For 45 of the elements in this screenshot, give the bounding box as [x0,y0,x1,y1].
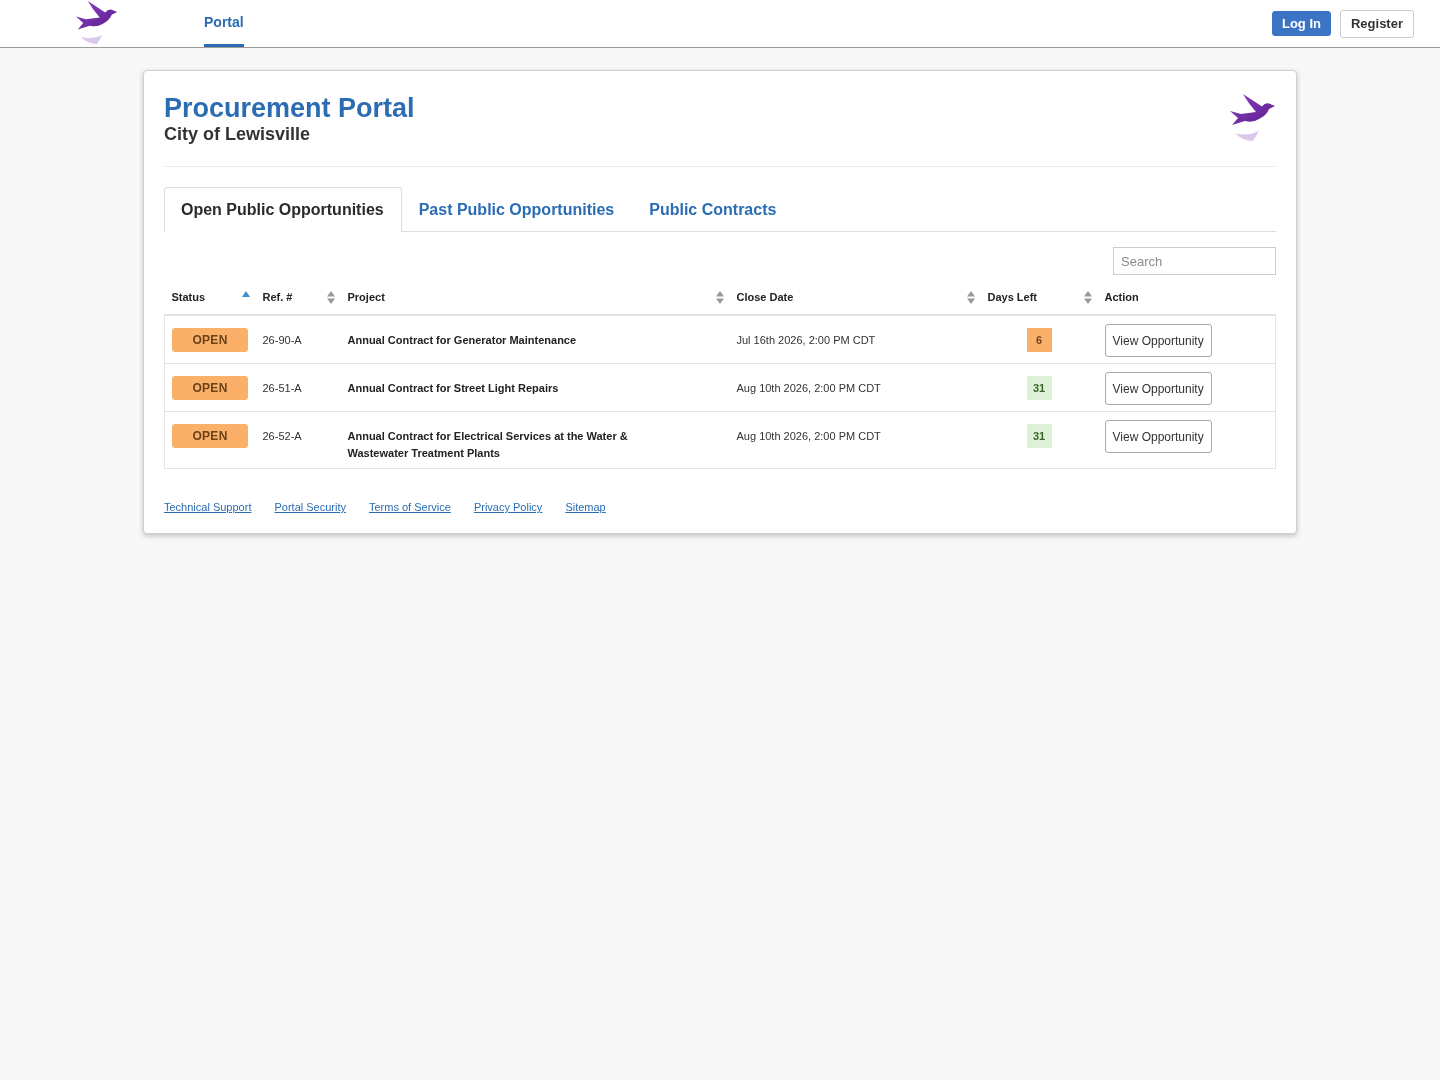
status-badge: OPEN [172,424,248,448]
login-button[interactable]: Log In [1271,11,1331,36]
column-header[interactable]: Project [347,291,385,303]
column-header[interactable]: Status [171,291,206,303]
column-header[interactable]: Ref. # [262,291,293,303]
days-left-badge: 6 [1026,328,1052,352]
nav-tab[interactable]: Portal [204,0,244,47]
footer-link[interactable]: Sitemap [565,500,606,514]
sort-icon[interactable] [1083,290,1092,304]
close-date: Aug 10th 2026, 2:00 PM CDT [736,429,882,444]
ref-number: 26-90-A [262,333,303,348]
project-name: Annual Contract for Electrical Services at the Water & Wastewater Treatment Plants [347,429,629,461]
register-button[interactable]: Register [1339,9,1414,38]
project-name: Annual Contract for Generator Maintenance [347,333,578,348]
view-opportunity-button[interactable]: View Opportunity [1104,372,1212,405]
column-header[interactable]: Close Date [736,291,794,303]
view-opportunity-button[interactable]: View Opportunity [1104,420,1212,453]
view-opportunity-button[interactable]: View Opportunity [1104,324,1212,357]
tab[interactable]: Public Contracts [632,187,795,232]
footer-link[interactable]: Privacy Policy [473,500,543,514]
tab[interactable]: Past Public Opportunities [401,187,633,232]
sort-ascending-icon[interactable] [241,291,250,297]
close-date: Jul 16th 2026, 2:00 PM CDT [736,333,877,348]
project-name: Annual Contract for Street Light Repairs [347,381,560,396]
footer-link[interactable]: Portal Security [274,500,346,514]
tab[interactable]: Open Public Opportunities [164,187,402,232]
ref-number: 26-51-A [262,381,303,396]
sort-icon[interactable] [715,290,724,304]
search-field[interactable]: Search [1113,247,1276,275]
bird-logo [1229,93,1277,143]
status-badge: OPEN [172,376,248,400]
sort-icon[interactable] [326,290,335,304]
bird-logo[interactable] [75,0,119,46]
column-header[interactable]: Action [1104,291,1139,303]
page-subtitle: City of Lewisville [164,123,312,145]
footer-link[interactable]: Technical Support [164,500,252,514]
footer-link[interactable]: Terms of Service [369,500,451,514]
sort-icon[interactable] [966,290,975,304]
days-left-badge: 31 [1026,424,1052,448]
ref-number: 26-52-A [262,429,303,444]
status-badge: OPEN [172,328,248,352]
days-left-badge: 31 [1026,376,1052,400]
close-date: Aug 10th 2026, 2:00 PM CDT [736,381,882,396]
page-title: Procurement Portal [164,93,415,123]
column-header[interactable]: Days Left [987,291,1038,303]
